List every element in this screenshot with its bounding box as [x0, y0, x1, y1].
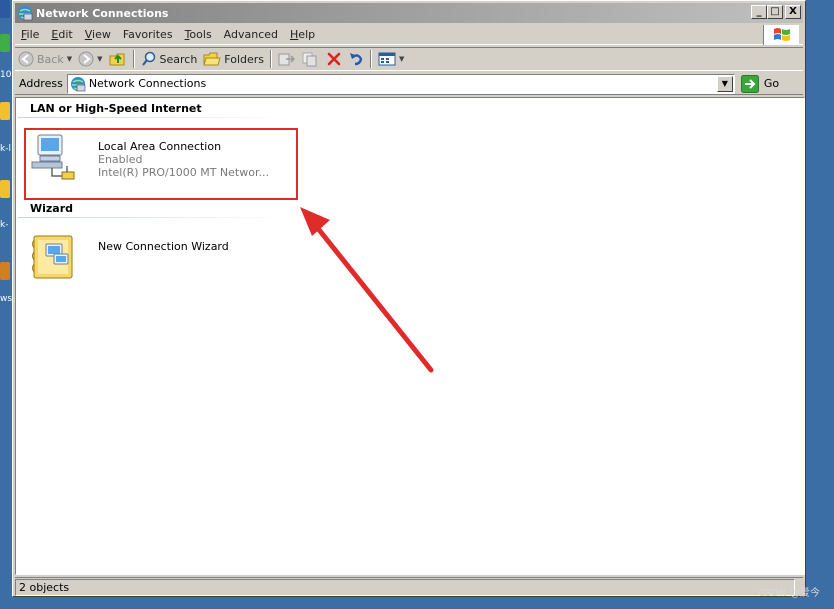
folder-up-icon	[109, 53, 124, 66]
search-label: Search	[159, 52, 198, 66]
desktop-app-icon	[0, 262, 10, 280]
forward-button[interactable]: ▼	[75, 48, 105, 70]
go-button[interactable]: Go	[740, 74, 780, 93]
toolbar-separator	[270, 50, 273, 68]
desktop-label: k-l	[0, 144, 11, 154]
desktop-icon-fragment[interactable]: ws	[0, 262, 12, 304]
forward-arrow-icon	[78, 51, 94, 67]
windows-flag-icon	[773, 28, 790, 41]
desktop-icon-fragment[interactable]: 10	[0, 34, 12, 80]
move-to-button[interactable]	[275, 48, 299, 70]
address-bar: Address Network Connections ▼ Go	[15, 73, 803, 95]
new-connection-wizard-item[interactable]: New Connection Wizard	[30, 232, 310, 288]
address-dropdown-button[interactable]: ▼	[716, 75, 733, 92]
group-header-lan: LAN or High-Speed Internet	[30, 102, 202, 115]
desktop-icon-fragment[interactable]: k-	[0, 180, 12, 230]
search-button[interactable]: Search	[138, 48, 201, 70]
network-connections-icon	[18, 6, 33, 21]
desktop-label: 10	[0, 70, 12, 80]
menu-help-rest: elp	[298, 28, 316, 41]
desktop-app-icon	[0, 180, 10, 198]
red-highlight-box	[24, 128, 298, 200]
status-bar: 2 objects	[15, 577, 803, 596]
menu-view-key: V	[84, 28, 93, 41]
search-icon	[141, 51, 155, 66]
menu-help[interactable]: Help	[284, 28, 321, 41]
menu-bar: File Edit View Favorites Tools Advanced …	[15, 25, 803, 45]
desktop-app-icon	[0, 0, 10, 18]
menu-edit-rest: dit	[58, 28, 73, 41]
undo-icon	[350, 53, 363, 66]
delete-x-icon	[327, 52, 341, 66]
folders-label: Folders	[224, 52, 265, 66]
menu-view-rest: iew	[92, 28, 111, 41]
views-icon	[378, 52, 396, 66]
menu-edit[interactable]: Edit	[45, 28, 78, 41]
desktop-label: k-	[0, 220, 9, 230]
back-label: Back	[37, 52, 64, 66]
desktop-icon-fragment[interactable]	[0, 0, 12, 34]
copy-to-icon	[302, 52, 317, 67]
watermark: CSDN @爱今	[758, 588, 820, 599]
back-arrow-icon	[18, 51, 34, 67]
minimize-button[interactable]: _	[751, 5, 767, 19]
windows-logo	[763, 25, 799, 45]
address-input[interactable]: Network Connections ▼	[66, 73, 735, 94]
views-button[interactable]: ▼	[375, 48, 407, 70]
toolbar-separator	[370, 50, 373, 68]
copy-to-button[interactable]	[299, 48, 323, 70]
desktop-icon-fragment[interactable]: k-l	[0, 102, 12, 154]
connection-wizard-icon	[32, 235, 73, 279]
menu-favorites[interactable]: Favorites	[117, 28, 179, 41]
back-dropdown-icon[interactable]: ▼	[67, 55, 72, 63]
group-divider	[18, 217, 288, 218]
window-title: Network Connections	[36, 6, 169, 20]
folders-icon	[203, 52, 221, 66]
network-connections-window: Network Connections _ □ X File Edit View…	[12, 0, 806, 597]
views-dropdown-icon[interactable]: ▼	[399, 55, 404, 63]
go-arrow-icon	[740, 74, 759, 93]
menu-tools-rest: ools	[189, 28, 212, 41]
wizard-name: New Connection Wizard	[98, 240, 229, 253]
menu-tools[interactable]: Tools	[179, 28, 218, 41]
undo-button[interactable]	[345, 48, 367, 70]
folders-button[interactable]: Folders	[200, 48, 267, 70]
up-folder-button[interactable]	[106, 48, 130, 70]
toolbar: Back ▼ ▼ Search Folders ▼	[15, 47, 803, 71]
connections-list: LAN or High-Speed Internet Local Area Co…	[15, 97, 805, 575]
menu-view[interactable]: View	[79, 28, 117, 41]
forward-dropdown-icon[interactable]: ▼	[97, 55, 102, 63]
menu-file-rest: ile	[26, 28, 40, 41]
desktop-label: ws	[0, 294, 13, 304]
maximize-button[interactable]: □	[767, 5, 783, 19]
address-value: Network Connections	[88, 77, 207, 90]
menu-file[interactable]: File	[15, 28, 45, 41]
wizard-item-text: New Connection Wizard	[98, 240, 229, 288]
network-connections-icon	[70, 76, 86, 91]
delete-button[interactable]	[323, 48, 345, 70]
go-label: Go	[763, 77, 780, 90]
menu-advanced[interactable]: Advanced	[218, 28, 284, 41]
address-label: Address	[19, 77, 63, 90]
close-button[interactable]: X	[785, 5, 801, 19]
desktop-app-icon	[0, 34, 10, 52]
back-button[interactable]: Back ▼	[15, 48, 75, 70]
status-objects-count: 2 objects	[15, 578, 795, 596]
title-bar[interactable]: Network Connections _ □ X	[15, 3, 803, 23]
window-controls: _ □ X	[751, 5, 801, 19]
desktop-app-icon	[0, 102, 10, 120]
move-to-icon	[278, 53, 296, 66]
group-divider	[18, 117, 288, 118]
group-header-wizard: Wizard	[30, 202, 74, 215]
toolbar-separator	[132, 50, 135, 68]
